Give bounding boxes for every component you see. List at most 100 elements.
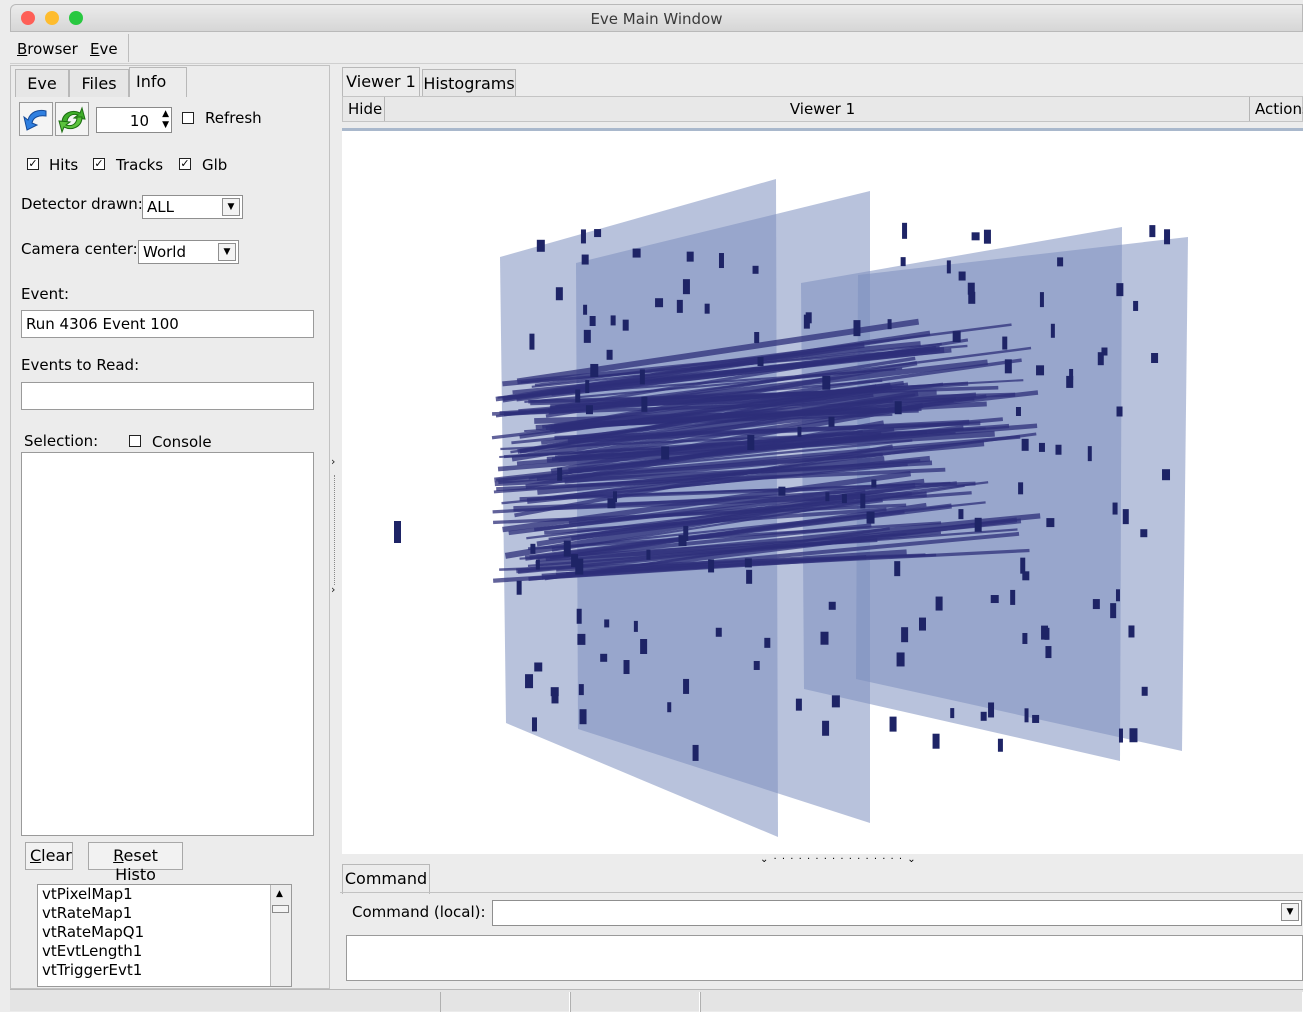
hit-marker (746, 569, 753, 584)
chevron-right-icon[interactable]: › (331, 455, 335, 468)
clear-button[interactable]: Clear (25, 842, 73, 870)
hit-marker (1110, 603, 1117, 619)
panel-splitter[interactable]: › › (330, 65, 340, 989)
hit-marker (988, 702, 995, 718)
hit-marker (1149, 225, 1156, 238)
splitter-grip[interactable] (334, 475, 336, 585)
hit-marker (1038, 442, 1045, 452)
status-cell (440, 992, 570, 1012)
hit-marker (894, 401, 902, 415)
event-field[interactable]: Run 4306 Event 100 (21, 310, 314, 338)
tab-command-label: Command (344, 869, 428, 888)
hit-marker (715, 627, 722, 637)
console-label: Console (152, 433, 212, 451)
scroll-thumb[interactable] (272, 905, 289, 913)
hit-marker (576, 608, 582, 624)
hit-marker (1002, 336, 1008, 350)
panel-resize-handle[interactable]: ⌄ · · · · · · · · · · · · · · · · ⌄ (760, 854, 917, 865)
actions-button[interactable]: Actions (1255, 100, 1303, 118)
hit-marker (1036, 365, 1045, 376)
command-output[interactable] (346, 935, 1303, 981)
camera-select[interactable]: World ▼ (138, 240, 239, 264)
hit-marker (606, 349, 613, 360)
list-item[interactable]: vtTriggerEvt1 (42, 961, 142, 979)
chevron-down-icon[interactable]: ▼ (218, 243, 236, 261)
glb-checkbox[interactable]: ✓ (179, 158, 191, 170)
hit-marker (718, 253, 724, 269)
event-count-spinner[interactable]: 10 ▲ ▼ (96, 107, 172, 133)
hits-checkbox[interactable]: ✓ (27, 158, 39, 170)
glb-label: Glb (202, 156, 228, 174)
hit-marker (683, 525, 689, 541)
list-item[interactable]: vtRateMapQ1 (42, 923, 144, 941)
hit-marker (534, 662, 543, 672)
hit-marker (581, 254, 589, 265)
tracks-label: Tracks (116, 156, 164, 174)
hit-marker (1018, 482, 1024, 495)
menu-browser[interactable]: Browser (17, 40, 78, 58)
detector-select[interactable]: ALL ▼ (142, 195, 243, 219)
console-checkbox[interactable] (129, 435, 141, 447)
previous-event-button[interactable] (19, 102, 53, 136)
hit-marker (571, 554, 579, 568)
tab-eve[interactable]: Eve (15, 69, 69, 97)
tab-viewer-1[interactable]: Viewer 1 (342, 67, 420, 97)
histogram-scrollbar[interactable]: ▲ (270, 885, 291, 986)
hit-marker (704, 303, 710, 314)
command-input[interactable]: ▼ (492, 900, 1302, 926)
reload-event-button[interactable] (55, 102, 89, 136)
scroll-up-icon[interactable]: ▲ (276, 889, 283, 899)
refresh-checkbox[interactable] (182, 112, 194, 124)
list-item[interactable]: vtPixelMap1 (42, 885, 133, 903)
hit-marker (585, 405, 593, 415)
tab-histograms-label: Histograms (423, 74, 515, 93)
hit-marker (1097, 352, 1104, 366)
detector-event-scene[interactable] (342, 131, 1303, 854)
hit-marker (822, 720, 830, 736)
hit-marker (1115, 589, 1120, 602)
hit-marker (1112, 502, 1118, 515)
hit-marker (1092, 599, 1100, 610)
3d-viewer-canvas[interactable] (342, 128, 1303, 854)
hit-marker (655, 298, 664, 308)
hit-marker (952, 331, 961, 343)
hit-marker (394, 521, 401, 543)
detector-value: ALL (147, 198, 174, 216)
tab-files[interactable]: Files (69, 69, 129, 97)
hit-marker (583, 329, 591, 343)
hit-marker (1140, 529, 1148, 538)
menu-eve[interactable]: Eve (90, 40, 118, 58)
camera-value: World (143, 243, 186, 261)
selection-label: Selection: (24, 432, 99, 450)
reset-histo-button[interactable]: Reset Histo (88, 842, 183, 884)
selection-list[interactable] (21, 452, 314, 836)
tab-command[interactable]: Command (342, 864, 430, 894)
chevron-down-icon[interactable]: ▼ (222, 198, 240, 216)
histogram-list[interactable]: vtPixelMap1 vtRateMap1 vtRateMapQ1 vtEvt… (37, 884, 292, 987)
hit-marker (896, 652, 905, 667)
hit-marker (871, 479, 877, 488)
hit-marker (583, 304, 588, 315)
list-item[interactable]: vtEvtLength1 (42, 942, 142, 960)
events-to-read-field[interactable] (21, 382, 314, 410)
hit-marker (753, 660, 760, 670)
tab-info[interactable]: Info (129, 67, 187, 97)
list-item[interactable]: vtRateMap1 (42, 904, 132, 922)
hit-marker (536, 239, 545, 252)
refresh-label: Refresh (205, 109, 262, 127)
hit-marker (828, 416, 835, 427)
hit-marker (901, 627, 909, 643)
window-titlebar: Eve Main Window (10, 4, 1303, 32)
hit-marker (967, 282, 975, 295)
tracks-checkbox[interactable]: ✓ (93, 158, 105, 170)
chevron-right-icon[interactable]: › (331, 583, 335, 596)
hit-marker (1116, 406, 1123, 417)
hit-marker (1118, 728, 1123, 743)
hit-marker (1050, 323, 1055, 338)
chevron-down-icon[interactable]: ▼ (1281, 903, 1299, 921)
tab-histograms[interactable]: Histograms (422, 69, 516, 97)
hit-marker (754, 332, 760, 344)
hit-marker (1133, 300, 1139, 311)
hit-marker (866, 511, 875, 524)
spinner-arrows-icon[interactable]: ▲ ▼ (162, 109, 169, 131)
